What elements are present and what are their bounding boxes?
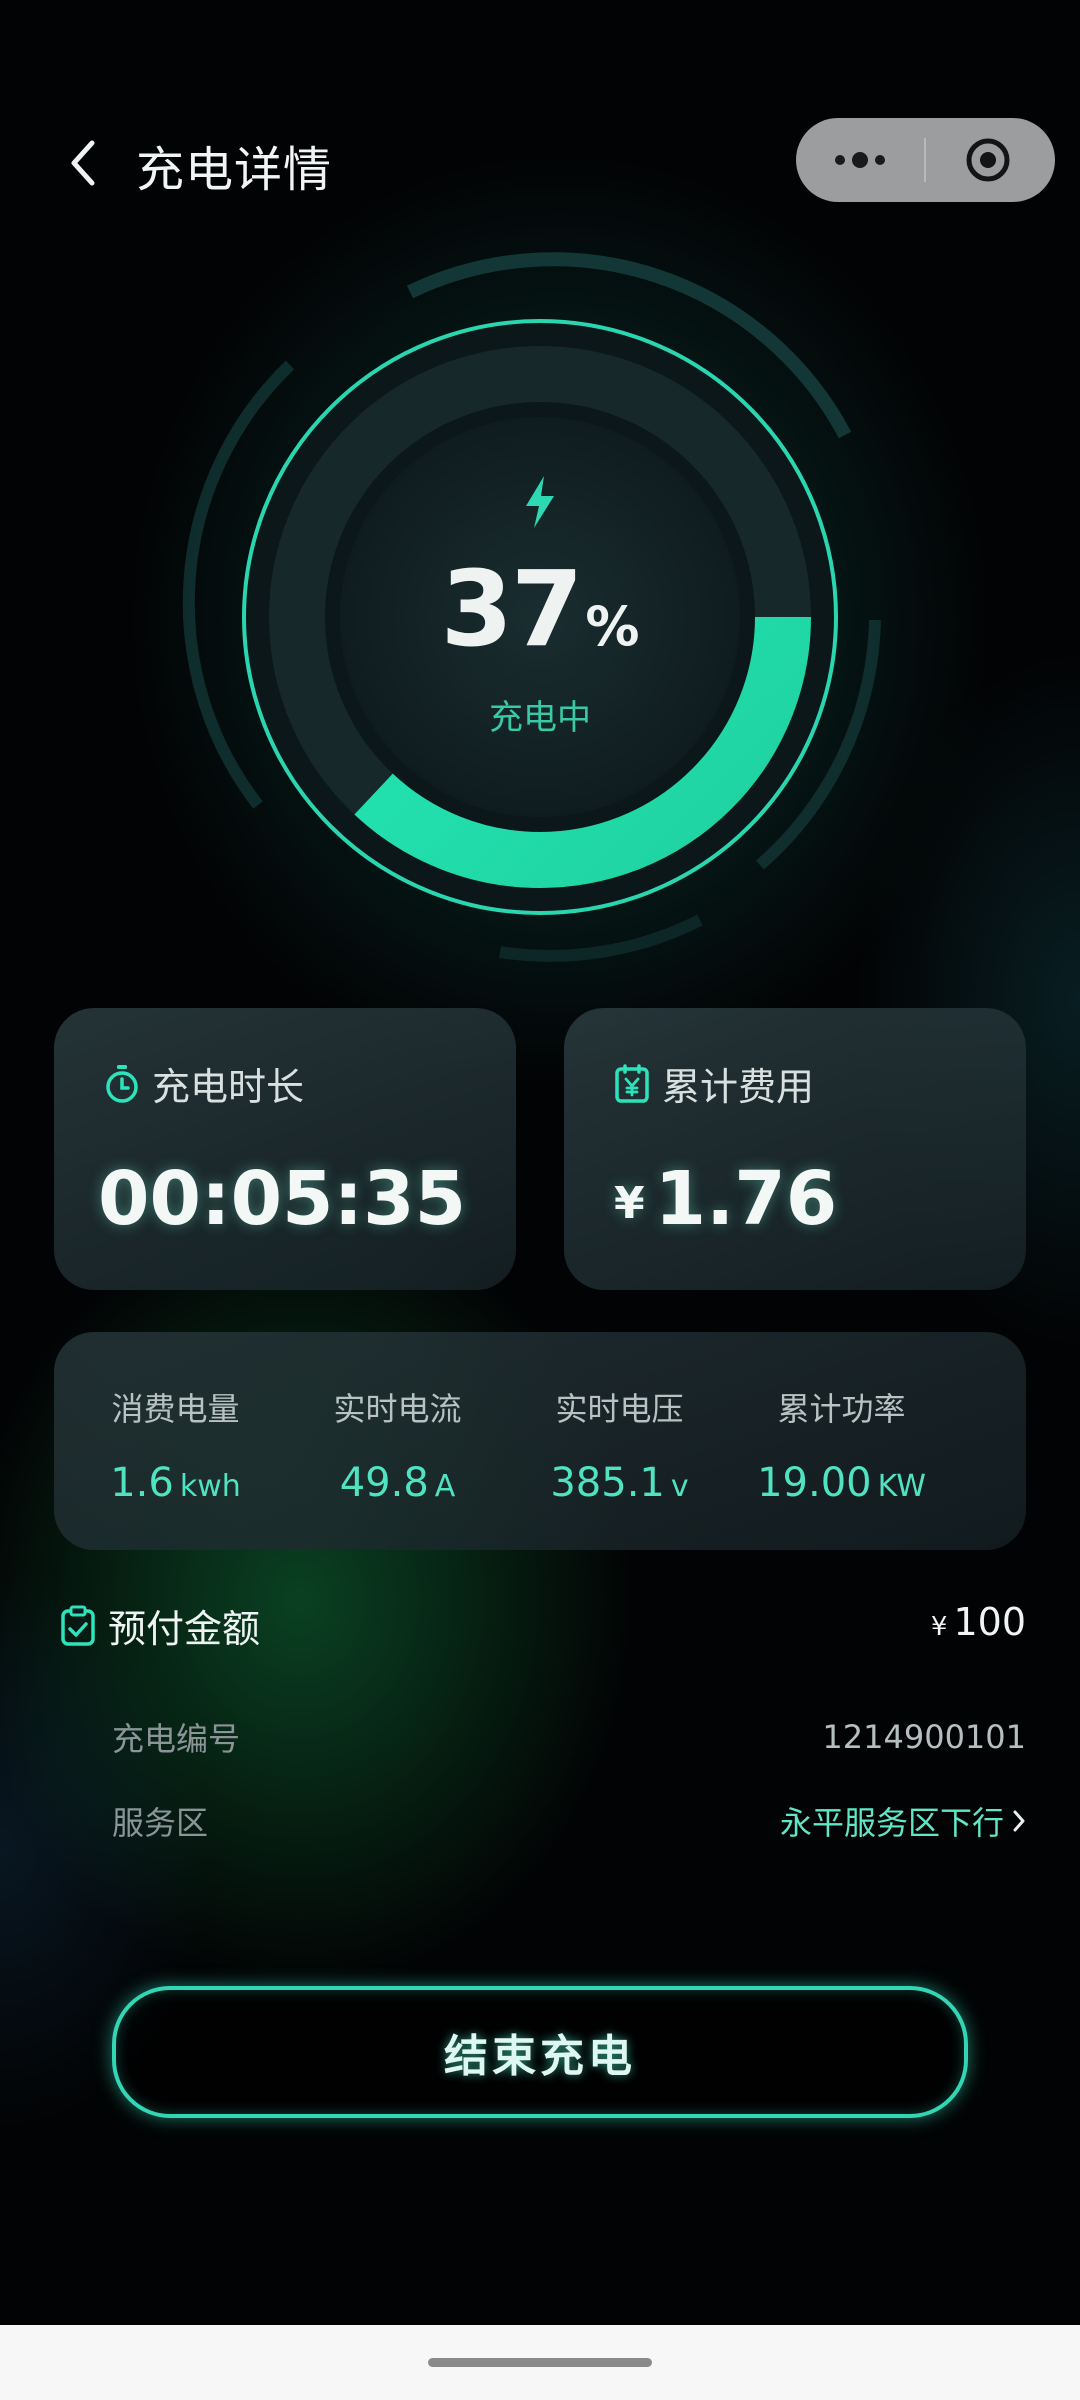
cost-value-row: ¥1.76 <box>614 1156 837 1242</box>
page-title: 充电详情 <box>136 142 333 198</box>
capsule-divider <box>924 138 926 182</box>
home-indicator[interactable] <box>428 2358 652 2367</box>
charge-gauge <box>182 252 881 962</box>
stat-unit: KW <box>877 1469 926 1504</box>
gauge-deco-ring-bottom <box>499 914 703 962</box>
chevron-right-icon <box>1013 1810 1025 1832</box>
stat-label: 实时电流 <box>333 1390 462 1428</box>
prepaid-label: 预付金额 <box>108 1607 261 1651</box>
prepaid-currency: ¥ <box>930 1612 948 1642</box>
stat-value: 1.6 <box>110 1460 174 1506</box>
stat-power: 累计功率 19.00 KW <box>720 1384 963 1506</box>
stat-voltage: 实时电压 385.1 v <box>498 1384 741 1506</box>
duration-value: 00:05:35 <box>98 1156 467 1242</box>
charge-number-label: 充电编号 <box>112 1720 241 1758</box>
stat-label: 消费电量 <box>111 1390 240 1428</box>
prepaid-value: 100 <box>953 1600 1026 1644</box>
cost-card: 累计费用 ¥1.76 <box>564 1008 1026 1290</box>
service-area-label: 服务区 <box>112 1804 209 1842</box>
charge-number-row: 充电编号 1214900101 <box>112 1714 1026 1760</box>
chevron-left-icon <box>71 140 95 186</box>
stopwatch-icon <box>106 1064 138 1103</box>
charge-status: 充电中 <box>489 698 591 738</box>
more-button[interactable] <box>830 140 890 180</box>
stat-value: 19.00 <box>757 1460 872 1506</box>
stat-label: 累计功率 <box>777 1390 906 1428</box>
cost-label: 累计费用 <box>662 1065 815 1109</box>
service-area-value: 永平服务区下行 <box>779 1804 1004 1842</box>
stat-energy: 消费电量 1.6 kwh <box>54 1384 297 1506</box>
stat-label: 实时电压 <box>555 1390 684 1428</box>
service-area-link[interactable]: 永平服务区下行 <box>780 1798 1026 1844</box>
cost-currency: ¥ <box>614 1177 645 1229</box>
stat-current: 实时电流 49.8 A <box>276 1384 519 1506</box>
gauge-inner-disc <box>340 417 740 817</box>
more-dots-icon <box>835 152 885 168</box>
realtime-stats-panel: 消费电量 1.6 kwh 实时电流 49.8 A 实时电压 385.1 v 累计功率 … <box>54 1332 1026 1550</box>
yen-receipt-icon <box>615 1063 649 1103</box>
stat-unit: kwh <box>179 1469 241 1504</box>
system-nav-bar <box>0 2325 1080 2400</box>
stat-value: 49.8 <box>339 1460 429 1506</box>
duration-label: 充电时长 <box>152 1065 305 1109</box>
back-button[interactable] <box>58 138 108 188</box>
stat-value: 385.1 <box>550 1460 665 1506</box>
end-charging-label: 结束充电 <box>444 2031 636 2082</box>
stat-unit: A <box>434 1469 456 1504</box>
duration-card: 充电时长 00:05:35 <box>54 1008 516 1290</box>
service-area-row: 服务区 永平服务区下行 <box>112 1798 1026 1844</box>
clipboard-check-icon <box>61 1605 95 1646</box>
target-circle-icon <box>966 138 1010 182</box>
prepaid-amount: ¥100 <box>931 1600 1026 1644</box>
cost-value: 1.76 <box>654 1156 838 1242</box>
stat-unit: v <box>670 1469 689 1504</box>
end-charging-button[interactable]: 结束充电 <box>112 1986 968 2118</box>
charge-number-value: 1214900101 <box>822 1718 1026 1756</box>
prepaid-row: 预付金额 <box>60 1598 260 1653</box>
mini-program-capsule <box>796 118 1055 202</box>
close-mini-program-button[interactable] <box>964 136 1012 184</box>
header: 充电详情 <box>0 118 1080 208</box>
